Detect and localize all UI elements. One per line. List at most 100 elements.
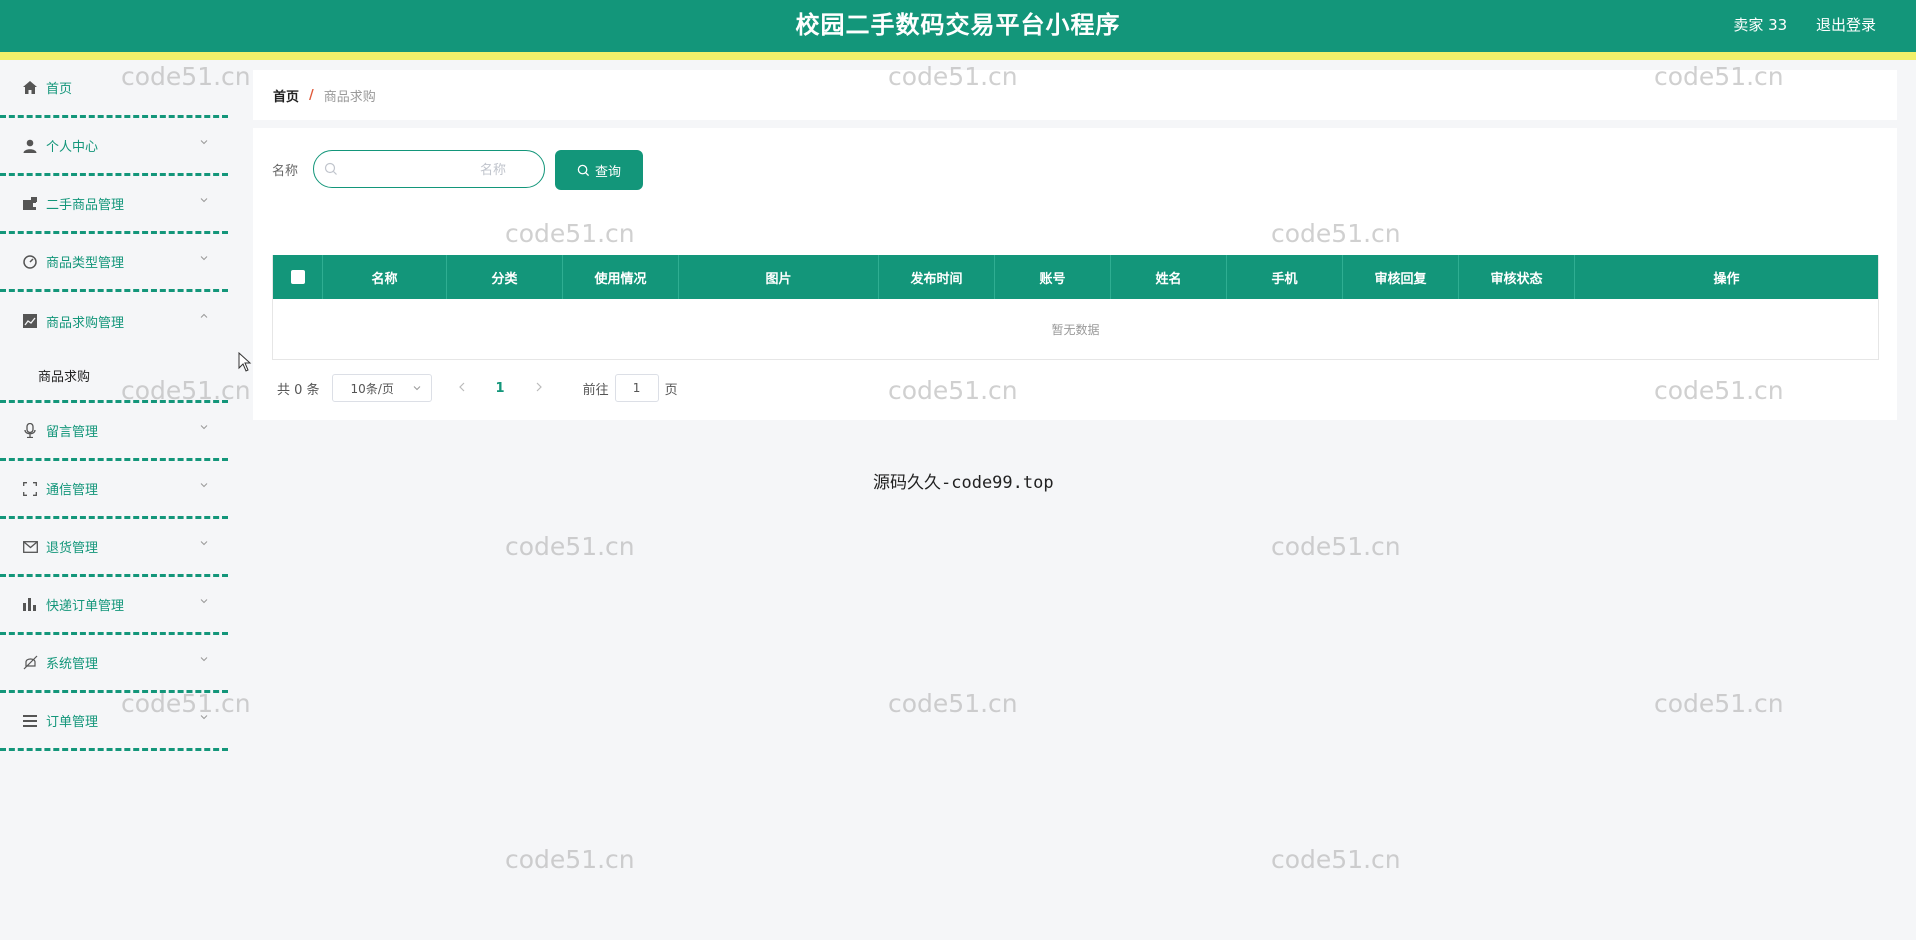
column-header[interactable]: 审核回复 <box>1343 255 1459 299</box>
watermark: code51.cn <box>1271 845 1401 874</box>
chevron-down-icon <box>200 425 208 430</box>
chevron-down-icon <box>200 483 208 488</box>
column-header[interactable]: 使用情况 <box>563 255 679 299</box>
chevron-down-icon <box>413 386 420 391</box>
prev-page-button[interactable] <box>458 380 466 396</box>
search-field[interactable] <box>313 150 545 188</box>
chevron-right-icon <box>536 382 542 392</box>
sidebar-item-goods-type[interactable]: 商品类型管理 <box>0 234 228 292</box>
submenu-item-label: 商品求购 <box>38 369 91 385</box>
breadcrumb-home[interactable]: 首页 <box>273 86 299 105</box>
select-all-cell <box>273 255 323 299</box>
pagination: 共 0 条 10条/页 1 前往 页 <box>277 373 678 403</box>
logout-link[interactable]: 退出登录 <box>1816 16 1876 34</box>
submenu-group: 商品求购 <box>0 350 228 403</box>
sidebar-item-label: 通信管理 <box>46 483 99 498</box>
sidebar-item-label: 快递订单管理 <box>46 599 125 614</box>
bell-off-icon <box>22 655 38 671</box>
breadcrumb: 首页 / 商品求购 <box>253 70 1897 120</box>
sidebar-item-returns[interactable]: 退货管理 <box>0 519 228 577</box>
next-page-button[interactable] <box>535 380 543 396</box>
sidebar-item-express-orders[interactable]: 快递订单管理 <box>0 577 228 635</box>
app-title: 校园二手数码交易平台小程序 <box>795 11 1121 39</box>
submenu-item-purchase[interactable]: 商品求购 <box>0 350 228 400</box>
sidebar-item-secondhand-goods[interactable]: 二手商品管理 <box>0 176 228 234</box>
bar-chart-icon <box>22 597 38 613</box>
microphone-icon <box>22 423 38 439</box>
chevron-down-icon <box>200 198 208 203</box>
total-count: 共 0 条 <box>277 382 320 398</box>
sidebar-item-label: 个人中心 <box>46 140 99 155</box>
chevron-down-icon <box>200 715 208 720</box>
watermark: code51.cn <box>888 689 1018 718</box>
page-size-value: 10条/页 <box>350 381 394 396</box>
chevron-left-icon <box>458 382 464 392</box>
table-header: 名称 分类 使用情况 图片 发布时间 账号 姓名 手机 审核回复 审核状态 操作 <box>273 255 1878 299</box>
search-icon <box>577 164 590 176</box>
user-name: 卖家 33 <box>1733 16 1788 34</box>
column-header[interactable]: 名称 <box>323 255 447 299</box>
main-content: 名称 查询 名称 分类 使用情况 图片 发布时间 账号 姓名 手机 审核回复 审… <box>253 128 1897 420</box>
column-header[interactable]: 审核状态 <box>1459 255 1575 299</box>
sidebar-item-purchase-request[interactable]: 商品求购管理 <box>0 292 228 350</box>
sidebar-item-communication[interactable]: 通信管理 <box>0 461 228 519</box>
sidebar-item-orders[interactable]: 订单管理 <box>0 693 228 751</box>
search-icon <box>324 162 337 175</box>
search-label: 名称 <box>272 164 299 179</box>
fullscreen-icon <box>22 481 38 497</box>
sidebar-item-home[interactable]: 首页 <box>0 60 228 118</box>
user-icon <box>22 138 38 154</box>
query-button-label: 查询 <box>594 164 621 180</box>
column-header[interactable]: 分类 <box>447 255 563 299</box>
chevron-up-icon <box>200 313 208 318</box>
watermark: code51.cn <box>1654 689 1784 718</box>
column-header[interactable]: 操作 <box>1575 255 1878 299</box>
search-input[interactable] <box>344 157 508 183</box>
breadcrumb-current: 商品求购 <box>323 89 376 105</box>
column-header[interactable]: 图片 <box>679 255 879 299</box>
sidebar-item-profile[interactable]: 个人中心 <box>0 118 228 176</box>
chevron-down-icon <box>200 256 208 261</box>
page-size-select[interactable]: 10条/页 <box>331 374 432 402</box>
chevron-down-icon <box>200 599 208 604</box>
sidebar-item-label: 商品类型管理 <box>46 256 125 271</box>
page-number[interactable]: 1 <box>496 381 505 396</box>
user-area: 卖家 33 退出登录 <box>1709 0 1876 50</box>
mail-icon <box>22 539 38 555</box>
column-header[interactable]: 手机 <box>1227 255 1343 299</box>
empty-state: 暂无数据 <box>273 299 1878 359</box>
sidebar-item-label: 系统管理 <box>46 657 99 672</box>
wallet-icon <box>22 196 38 212</box>
sidebar-item-label: 退货管理 <box>46 541 99 556</box>
home-icon <box>22 80 38 96</box>
page-suffix: 页 <box>664 382 678 398</box>
select-all-checkbox[interactable] <box>290 270 305 284</box>
goto-page-input[interactable] <box>614 374 659 402</box>
sidebar-item-label: 订单管理 <box>46 715 99 730</box>
source-note: 源码久久-code99.top <box>873 473 1054 493</box>
column-header[interactable]: 姓名 <box>1111 255 1227 299</box>
sidebar-item-label: 首页 <box>46 82 73 97</box>
sidebar-item-label: 二手商品管理 <box>46 198 125 213</box>
chevron-down-icon <box>200 657 208 662</box>
list-icon <box>22 713 38 729</box>
mouse-cursor-icon <box>238 352 252 372</box>
watermark: code51.cn <box>505 845 635 874</box>
breadcrumb-separator: / <box>309 87 314 103</box>
chevron-down-icon <box>200 140 208 145</box>
sidebar-item-label: 留言管理 <box>46 425 99 440</box>
column-header[interactable]: 发布时间 <box>879 255 995 299</box>
query-button[interactable]: 查询 <box>555 150 643 190</box>
top-header: 校园二手数码交易平台小程序 卖家 33 退出登录 <box>0 0 1916 60</box>
chart-icon <box>22 313 38 329</box>
column-header[interactable]: 账号 <box>995 255 1111 299</box>
watermark: code51.cn <box>1271 532 1401 561</box>
sidebar: 首页 个人中心 二手商品管理 商品类型管理 商品求购管理 商品求购 留言管理 通… <box>0 60 228 940</box>
goto-label: 前往 <box>582 382 609 398</box>
sidebar-item-system[interactable]: 系统管理 <box>0 635 228 693</box>
sidebar-item-messages[interactable]: 留言管理 <box>0 403 228 461</box>
chevron-down-icon <box>200 541 208 546</box>
watermark: code51.cn <box>505 532 635 561</box>
sidebar-item-label: 商品求购管理 <box>46 315 125 331</box>
data-table: 名称 分类 使用情况 图片 发布时间 账号 姓名 手机 审核回复 审核状态 操作… <box>272 255 1879 360</box>
